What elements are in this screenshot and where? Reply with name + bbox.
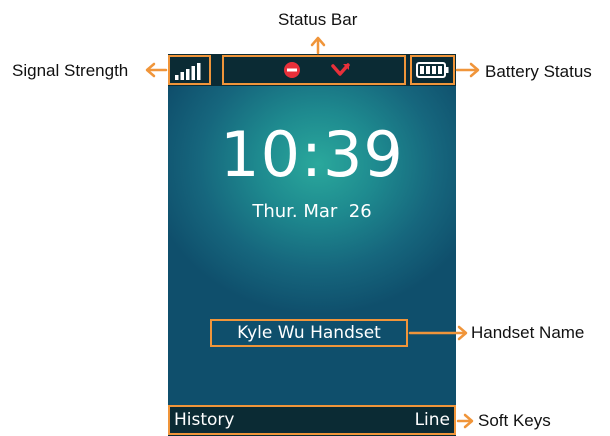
status-bar-label: Status Bar xyxy=(278,10,358,29)
handset-name-label: Handset Name xyxy=(471,323,585,342)
battery-status-label: Battery Status xyxy=(485,62,592,81)
diagram-stage: 10:39 Thur. Mar 26 History Line Kyle Wu … xyxy=(0,0,610,436)
soft-keys-label: Soft Keys xyxy=(478,411,551,430)
signal-strength-label: Signal Strength xyxy=(12,61,129,80)
